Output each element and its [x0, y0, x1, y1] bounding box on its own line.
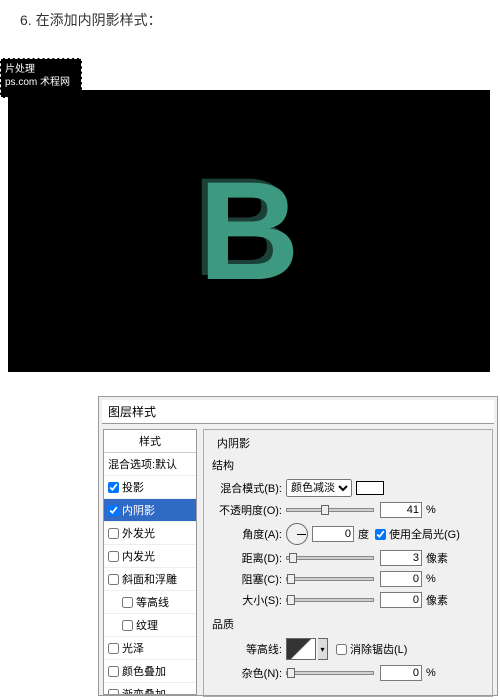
noise-unit: %: [426, 667, 436, 679]
blend-mode-select[interactable]: 颜色减淡: [286, 479, 352, 497]
opacity-row: 不透明度(O): %: [210, 502, 486, 518]
style-item-2[interactable]: 内阴影: [104, 499, 196, 522]
contour-swatch[interactable]: [286, 638, 316, 660]
blend-mode-label: 混合模式(B):: [210, 480, 286, 496]
contour-dropdown-icon[interactable]: ▾: [318, 638, 328, 660]
styles-header: 样式: [104, 430, 196, 453]
style-item-label: 内阴影: [122, 502, 155, 518]
style-item-0[interactable]: 混合选项:默认: [104, 453, 196, 476]
noise-row: 杂色(N): %: [210, 665, 486, 681]
opacity-unit: %: [426, 504, 436, 516]
opacity-input[interactable]: [380, 502, 422, 518]
angle-row: 角度(A): 度 使用全局光(G): [210, 523, 486, 545]
style-item-1[interactable]: 投影: [104, 476, 196, 499]
angle-label: 角度(A):: [210, 526, 286, 542]
style-checkbox[interactable]: [108, 574, 119, 585]
watermark-line2: ps.com 术程网: [5, 76, 77, 89]
style-item-label: 颜色叠加: [122, 663, 166, 679]
preview-letter-front: B: [198, 152, 299, 309]
style-item-label: 投影: [122, 479, 144, 495]
distance-slider[interactable]: [286, 556, 374, 560]
distance-label: 距离(D):: [210, 550, 286, 566]
preview-canvas: B B: [8, 90, 490, 372]
size-input[interactable]: [380, 592, 422, 608]
quality-subtitle: 品质: [212, 616, 486, 632]
size-label: 大小(S):: [210, 592, 286, 608]
opacity-label: 不透明度(O):: [210, 502, 286, 518]
style-item-label: 外发光: [122, 525, 155, 541]
style-checkbox[interactable]: [108, 551, 119, 562]
choke-unit: %: [426, 573, 436, 585]
noise-label: 杂色(N):: [210, 665, 286, 681]
style-item-label: 渐变叠加: [122, 686, 166, 695]
structure-subtitle: 结构: [212, 457, 486, 473]
style-item-10[interactable]: 渐变叠加: [104, 683, 196, 695]
style-checkbox[interactable]: [108, 528, 119, 539]
distance-input[interactable]: [380, 550, 422, 566]
layer-style-dialog: 图层样式 样式 混合选项:默认投影内阴影外发光内发光斜面和浮雕等高线纹理光泽颜色…: [98, 396, 498, 696]
contour-label: 等高线:: [210, 641, 286, 657]
choke-label: 阻塞(C):: [210, 571, 286, 587]
style-item-5[interactable]: 斜面和浮雕: [104, 568, 196, 591]
style-item-label: 斜面和浮雕: [122, 571, 177, 587]
choke-input[interactable]: [380, 571, 422, 587]
noise-slider[interactable]: [286, 671, 374, 675]
antialias-label: 消除锯齿(L): [350, 641, 407, 657]
inner-shadow-title: 内阴影: [214, 435, 253, 451]
angle-unit: 度: [358, 526, 369, 542]
style-checkbox[interactable]: [108, 482, 119, 493]
style-item-9[interactable]: 颜色叠加: [104, 660, 196, 683]
style-checkbox[interactable]: [108, 689, 119, 696]
style-checkbox[interactable]: [108, 643, 119, 654]
settings-column: 内阴影 结构 混合模式(B): 颜色减淡 不透明度(O): %: [197, 429, 493, 695]
style-item-6[interactable]: 等高线: [104, 591, 196, 614]
style-item-3[interactable]: 外发光: [104, 522, 196, 545]
style-item-label: 纹理: [136, 617, 158, 633]
distance-unit: 像素: [426, 550, 448, 566]
size-unit: 像素: [426, 592, 448, 608]
style-item-4[interactable]: 内发光: [104, 545, 196, 568]
style-checkbox[interactable]: [108, 666, 119, 677]
opacity-slider[interactable]: [286, 508, 374, 512]
style-item-label: 内发光: [122, 548, 155, 564]
layer-style-wrap: 图层样式 样式 混合选项:默认投影内阴影外发光内发光斜面和浮雕等高线纹理光泽颜色…: [0, 396, 500, 696]
choke-row: 阻塞(C): %: [210, 571, 486, 587]
styles-list: 样式 混合选项:默认投影内阴影外发光内发光斜面和浮雕等高线纹理光泽颜色叠加渐变叠…: [103, 429, 197, 695]
style-item-label: 光泽: [122, 640, 144, 656]
style-item-8[interactable]: 光泽: [104, 637, 196, 660]
contour-row: 等高线: ▾ 消除锯齿(L): [210, 638, 486, 660]
angle-input[interactable]: [312, 526, 354, 542]
antialias-checkbox[interactable]: [336, 644, 347, 655]
choke-slider[interactable]: [286, 577, 374, 581]
style-item-label: 等高线: [136, 594, 169, 610]
inner-shadow-fieldset: 内阴影 结构 混合模式(B): 颜色减淡 不透明度(O): %: [203, 429, 493, 697]
distance-row: 距离(D): 像素: [210, 550, 486, 566]
angle-dial[interactable]: [286, 523, 308, 545]
preview-letter-wrap: B B: [198, 150, 299, 312]
dialog-title: 图层样式: [102, 400, 494, 424]
size-slider[interactable]: [286, 598, 374, 602]
style-checkbox[interactable]: [122, 597, 133, 608]
style-checkbox[interactable]: [108, 505, 119, 516]
blend-mode-row: 混合模式(B): 颜色减淡: [210, 479, 486, 497]
global-light-label: 使用全局光(G): [389, 526, 460, 542]
style-item-7[interactable]: 纹理: [104, 614, 196, 637]
color-swatch[interactable]: [356, 481, 384, 495]
step-title: 6. 在添加内阴影样式：: [0, 0, 500, 40]
global-light-checkbox[interactable]: [375, 529, 386, 540]
watermark-line1: 片处理: [5, 63, 77, 76]
style-checkbox[interactable]: [122, 620, 133, 631]
noise-input[interactable]: [380, 665, 422, 681]
style-item-label: 混合选项:默认: [108, 456, 177, 472]
size-row: 大小(S): 像素: [210, 592, 486, 608]
